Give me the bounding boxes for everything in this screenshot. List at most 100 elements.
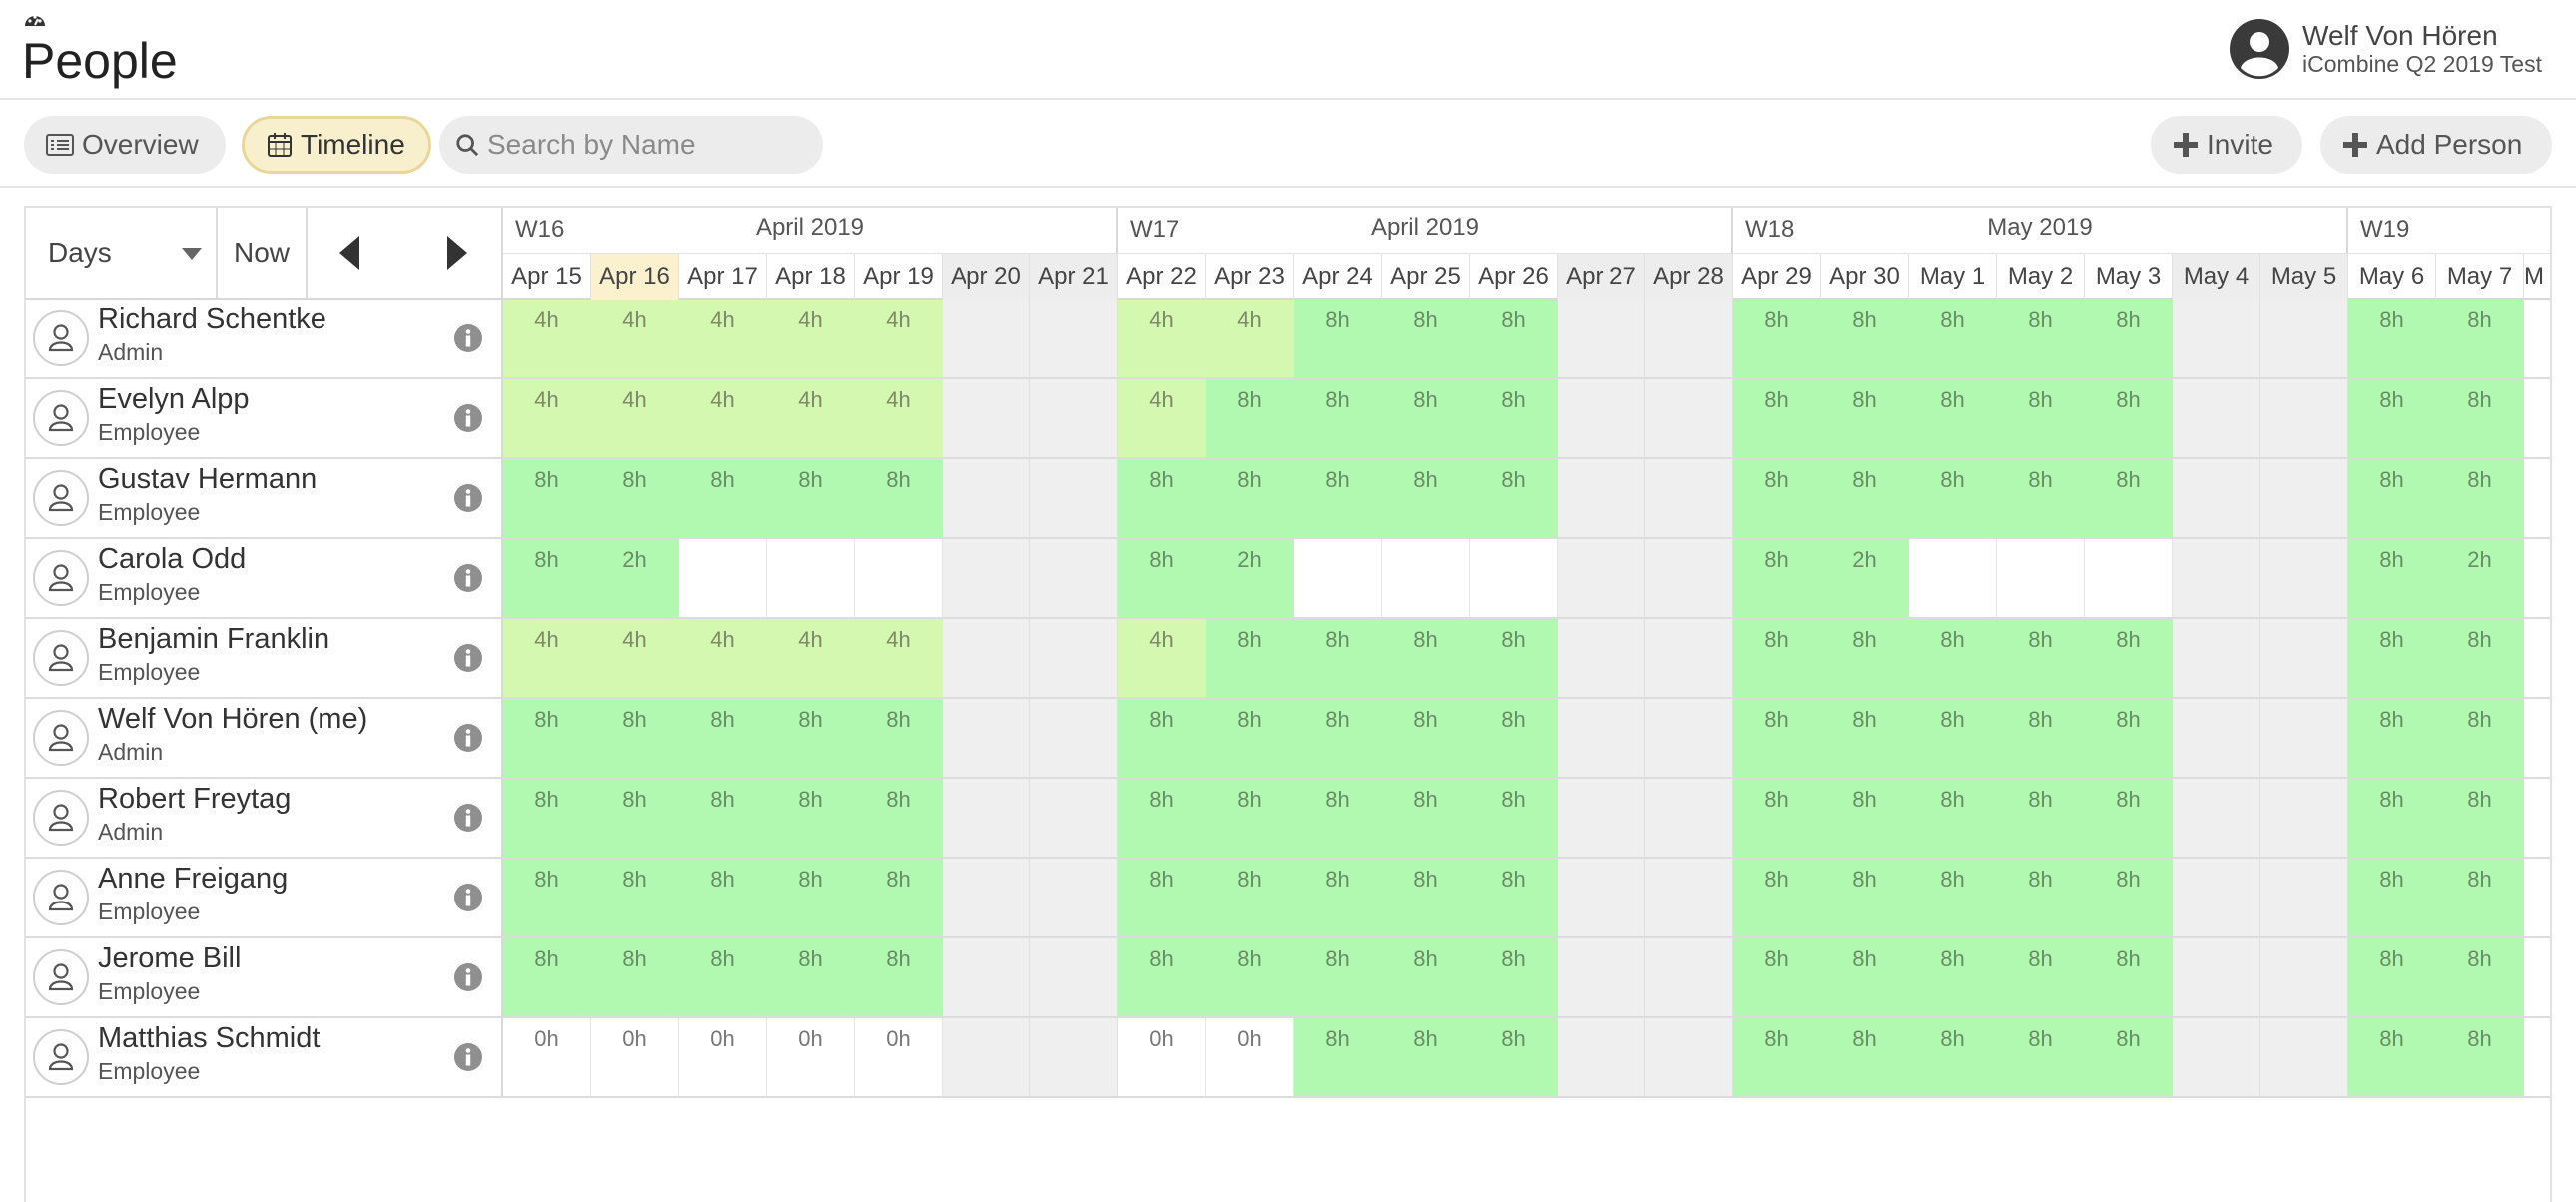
day-cell[interactable]: 8h — [767, 699, 855, 777]
day-cell[interactable] — [943, 699, 1030, 777]
day-cell[interactable] — [1558, 379, 1645, 457]
day-cell[interactable]: 8h — [2436, 300, 2524, 377]
day-cell[interactable]: 8h — [855, 459, 943, 537]
day-cell[interactable]: 8h — [1733, 699, 1821, 777]
day-cell[interactable]: 8h — [1997, 779, 2085, 857]
day-cell[interactable] — [1558, 699, 1645, 777]
day-cell[interactable]: 8h — [1733, 779, 1821, 857]
day-cell[interactable]: 0h — [1118, 1018, 1206, 1096]
day-cell[interactable]: 8h — [1733, 938, 1821, 1016]
day-cell[interactable]: 8h — [1909, 779, 1997, 857]
day-cell[interactable] — [855, 539, 943, 617]
day-cell[interactable]: 2h — [1821, 539, 1909, 617]
day-cell[interactable]: 2h — [1206, 539, 1294, 617]
day-cell[interactable]: 8h — [2348, 619, 2436, 697]
day-cell[interactable]: 8h — [1997, 1018, 2085, 1096]
day-cell[interactable]: 8h — [1470, 459, 1558, 537]
day-cell[interactable] — [943, 539, 1030, 617]
day-cell[interactable] — [1645, 1018, 1733, 1096]
day-cell[interactable]: 8h — [2085, 619, 2173, 697]
day-cell[interactable] — [767, 539, 855, 617]
day-cell[interactable]: 8h — [1997, 938, 2085, 1016]
day-cell[interactable]: 2h — [2436, 539, 2524, 617]
day-cell[interactable]: 8h — [1821, 699, 1909, 777]
day-cell[interactable]: 8h — [591, 938, 679, 1016]
day-cell[interactable]: 8h — [2436, 459, 2524, 537]
day-cell[interactable]: 0h — [503, 1018, 591, 1096]
day-cell[interactable]: 0h — [855, 1018, 943, 1096]
day-cell[interactable]: 8h — [2085, 379, 2173, 457]
day-cell[interactable] — [1558, 1018, 1645, 1096]
day-cell[interactable]: 0h — [591, 1018, 679, 1096]
day-cell[interactable]: 8h — [1821, 379, 1909, 457]
day-cell[interactable]: 8h — [1470, 1018, 1558, 1096]
day-cell[interactable] — [1645, 619, 1733, 697]
day-cell[interactable]: 8h — [1470, 859, 1558, 936]
day-cell[interactable]: 8h — [1382, 859, 1470, 936]
day-cell[interactable] — [679, 539, 767, 617]
day-cell[interactable]: 8h — [1470, 779, 1558, 857]
person-cell[interactable]: Evelyn Alpp Employee — [26, 379, 503, 457]
day-cell[interactable]: 8h — [1909, 300, 1997, 377]
day-cell[interactable] — [1558, 779, 1645, 857]
day-cell[interactable]: 8h — [1382, 619, 1470, 697]
overview-button[interactable]: Overview — [24, 116, 226, 174]
day-cell[interactable] — [2524, 699, 2550, 777]
day-cell[interactable]: 8h — [1206, 459, 1294, 537]
person-cell[interactable]: Robert Freytag Admin — [26, 779, 503, 857]
day-cell[interactable]: 8h — [1733, 300, 1821, 377]
day-cell[interactable]: 8h — [679, 859, 767, 936]
day-cell[interactable]: 4h — [1118, 619, 1206, 697]
day-cell[interactable]: 4h — [503, 300, 591, 377]
day-cell[interactable]: 8h — [1294, 459, 1382, 537]
day-cell[interactable]: 8h — [1294, 1018, 1382, 1096]
day-cell[interactable]: 8h — [591, 459, 679, 537]
day-cell[interactable]: 8h — [1821, 459, 1909, 537]
person-cell[interactable]: Anne Freigang Employee — [26, 859, 503, 936]
day-cell[interactable] — [1294, 539, 1382, 617]
day-cell[interactable] — [2260, 300, 2348, 377]
day-cell[interactable]: 8h — [1294, 779, 1382, 857]
day-cell[interactable]: 8h — [2436, 699, 2524, 777]
day-cell[interactable]: 0h — [679, 1018, 767, 1096]
day-cell[interactable]: 8h — [2085, 459, 2173, 537]
day-cell[interactable]: 8h — [2436, 619, 2524, 697]
day-cell[interactable]: 8h — [855, 938, 943, 1016]
day-cell[interactable]: 8h — [855, 779, 943, 857]
day-cell[interactable]: 8h — [679, 459, 767, 537]
day-cell[interactable]: 4h — [855, 619, 943, 697]
day-cell[interactable]: 8h — [1821, 300, 1909, 377]
day-cell[interactable]: 0h — [1206, 1018, 1294, 1096]
day-cell[interactable]: 8h — [2085, 938, 2173, 1016]
day-cell[interactable] — [2524, 938, 2550, 1016]
day-cell[interactable]: 8h — [2085, 779, 2173, 857]
day-cell[interactable] — [943, 619, 1030, 697]
day-cell[interactable]: 8h — [2436, 379, 2524, 457]
day-cell[interactable]: 4h — [591, 300, 679, 377]
search-input[interactable] — [487, 129, 807, 161]
day-cell[interactable]: 8h — [1997, 619, 2085, 697]
day-cell[interactable]: 8h — [1909, 459, 1997, 537]
day-cell[interactable] — [1558, 859, 1645, 936]
info-icon[interactable] — [453, 803, 483, 833]
day-cell[interactable]: 8h — [2348, 379, 2436, 457]
day-cell[interactable] — [2524, 300, 2550, 377]
user-menu[interactable]: Welf Von Hören iCombine Q2 2019 Test — [2229, 18, 2542, 80]
person-cell[interactable]: Jerome Bill Employee — [26, 938, 503, 1016]
day-cell[interactable]: 4h — [1206, 300, 1294, 377]
day-cell[interactable] — [2260, 619, 2348, 697]
day-cell[interactable] — [1558, 938, 1645, 1016]
day-cell[interactable] — [1997, 539, 2085, 617]
day-cell[interactable]: 8h — [2436, 938, 2524, 1016]
day-cell[interactable]: 8h — [2348, 779, 2436, 857]
day-cell[interactable]: 8h — [1118, 779, 1206, 857]
day-cell[interactable]: 8h — [1382, 699, 1470, 777]
day-cell[interactable] — [2260, 859, 2348, 936]
day-cell[interactable] — [2173, 300, 2260, 377]
day-cell[interactable]: 8h — [1997, 699, 2085, 777]
day-cell[interactable] — [2524, 459, 2550, 537]
day-cell[interactable]: 8h — [679, 779, 767, 857]
day-cell[interactable] — [2524, 619, 2550, 697]
day-cell[interactable]: 4h — [767, 379, 855, 457]
next-arrow-icon[interactable] — [431, 228, 481, 278]
